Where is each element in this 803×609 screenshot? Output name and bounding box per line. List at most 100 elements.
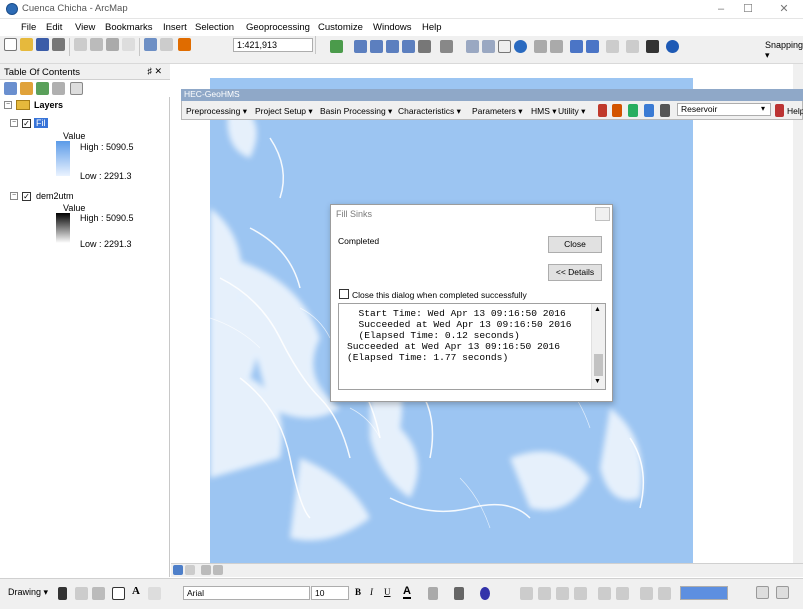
snapping-menu[interactable]: Snapping ▾ — [765, 40, 803, 61]
dem-visibility-checkbox[interactable]: ✓ — [22, 192, 31, 201]
dem-collapse-toggle[interactable]: − — [10, 192, 18, 200]
list-by-source-icon[interactable] — [20, 82, 33, 95]
line-color-icon[interactable] — [454, 587, 464, 600]
fixed-zoom-in-icon[interactable] — [534, 40, 547, 53]
layout-view-icon[interactable] — [185, 565, 195, 575]
log-scrollbar[interactable]: ▲ ▼ — [591, 304, 605, 389]
map-scale-input[interactable]: 1:421,913 — [233, 38, 313, 52]
hec-menu-preprocessing[interactable]: Preprocessing ▾ — [186, 106, 247, 117]
full-extent-icon[interactable] — [514, 40, 527, 53]
hec-menu-parameters[interactable]: Parameters ▾ — [472, 106, 523, 117]
scroll-down-icon[interactable]: ▼ — [594, 378, 601, 385]
drawing-tool-h-icon[interactable] — [658, 587, 671, 600]
hec-tool-5-icon[interactable] — [660, 104, 670, 117]
dialog-close-button[interactable]: Close — [548, 236, 602, 253]
marker-color-icon[interactable] — [480, 587, 490, 600]
dialog-log-textbox[interactable]: Start Time: Wed Apr 13 09:16:50 2016 Suc… — [338, 303, 606, 390]
dialog-details-button[interactable]: << Details — [548, 264, 602, 281]
italic-button[interactable]: I — [370, 587, 373, 597]
drawing-tool-b-icon[interactable] — [538, 587, 551, 600]
copy-icon[interactable] — [90, 38, 103, 51]
redo-icon[interactable] — [160, 38, 173, 51]
drawing-tool-f-icon[interactable] — [616, 587, 629, 600]
hec-tool-3-icon[interactable] — [628, 104, 638, 117]
map-vertical-scrollbar[interactable] — [793, 64, 803, 563]
zoom-in-icon[interactable] — [466, 40, 479, 53]
clear-selection-icon[interactable] — [626, 40, 639, 53]
pause-drawing-icon[interactable] — [213, 565, 223, 575]
list-by-selection-icon[interactable] — [52, 82, 65, 95]
hec-menu-utility[interactable]: Utility ▾ — [558, 106, 585, 117]
fil-layer-label[interactable]: Fil — [34, 118, 48, 128]
save-icon[interactable] — [36, 38, 49, 51]
hec-help-button[interactable]: Help — [787, 106, 803, 116]
cut-icon[interactable] — [74, 38, 87, 51]
dialog-close-x-button[interactable] — [595, 207, 610, 221]
identify-icon[interactable] — [666, 40, 679, 53]
menu-geoprocessing[interactable]: Geoprocessing — [246, 22, 310, 33]
refresh-view-icon[interactable] — [201, 565, 211, 575]
hec-menu-basin-processing[interactable]: Basin Processing ▾ — [320, 106, 392, 117]
drawing-tool-c-icon[interactable] — [556, 587, 569, 600]
fixed-zoom-out-icon[interactable] — [550, 40, 563, 53]
toc-pin-close[interactable]: ♯ ✕ — [147, 66, 162, 77]
hec-pencil-icon[interactable] — [775, 104, 784, 117]
fil-visibility-checkbox[interactable]: ✓ — [22, 119, 31, 128]
hec-menu-project-setup[interactable]: Project Setup ▾ — [255, 106, 313, 117]
back-extent-icon[interactable] — [570, 40, 583, 53]
menu-bookmarks[interactable]: Bookmarks — [105, 22, 153, 33]
maximize-button[interactable]: ☐ — [738, 2, 758, 16]
new-document-icon[interactable] — [4, 38, 17, 51]
list-by-drawing-order-icon[interactable] — [4, 82, 17, 95]
menu-help[interactable]: Help — [422, 22, 442, 33]
close-when-completed-checkbox[interactable] — [339, 289, 349, 299]
drawing-tool-j-icon[interactable] — [776, 586, 789, 599]
drawing-tool-e-icon[interactable] — [598, 587, 611, 600]
font-color-icon[interactable]: A — [403, 585, 411, 599]
list-by-visibility-icon[interactable] — [36, 82, 49, 95]
menu-view[interactable]: View — [75, 22, 95, 33]
select-elements-icon[interactable] — [646, 40, 659, 53]
fil-collapse-toggle[interactable]: − — [10, 119, 18, 127]
hec-reservoir-dropdown[interactable]: Reservoir — [677, 103, 771, 116]
arctoolbox-icon[interactable] — [402, 40, 415, 53]
minimize-button[interactable]: – — [711, 2, 731, 16]
menu-windows[interactable]: Windows — [373, 22, 412, 33]
open-folder-icon[interactable] — [20, 38, 33, 51]
editor-icon[interactable] — [330, 40, 343, 53]
table-icon[interactable] — [354, 40, 367, 53]
data-view-icon[interactable] — [173, 565, 183, 575]
hec-tool-4-icon[interactable] — [644, 104, 654, 117]
georef-layer-dropdown[interactable] — [680, 586, 728, 600]
pan-icon[interactable] — [498, 40, 511, 53]
font-size-dropdown[interactable]: 10 — [311, 586, 349, 600]
select-features-icon[interactable] — [606, 40, 619, 53]
paste-icon[interactable] — [106, 38, 119, 51]
fill-color-icon[interactable] — [428, 587, 438, 600]
text-tool-icon[interactable]: A — [132, 585, 140, 597]
scroll-up-icon[interactable]: ▲ — [594, 306, 601, 313]
catalog-icon[interactable] — [370, 40, 383, 53]
font-family-dropdown[interactable]: Arial — [183, 586, 310, 600]
forward-extent-icon[interactable] — [586, 40, 599, 53]
hec-tool-1-icon[interactable] — [598, 104, 607, 117]
rotate-icon[interactable] — [75, 587, 88, 600]
dem-layer-label[interactable]: dem2utm — [36, 191, 74, 201]
drawing-tool-d-icon[interactable] — [574, 587, 587, 600]
menu-insert[interactable]: Insert — [163, 22, 187, 33]
zoom-whole-page-icon[interactable] — [92, 587, 105, 600]
layers-root-label[interactable]: Layers — [34, 100, 63, 110]
drawing-tool-g-icon[interactable] — [640, 587, 653, 600]
undo-icon[interactable] — [144, 38, 157, 51]
hec-menu-characteristics[interactable]: Characteristics ▾ — [398, 106, 461, 117]
drawing-menu[interactable]: Drawing ▾ — [8, 587, 48, 598]
rectangle-tool-icon[interactable] — [112, 587, 125, 600]
search-window-icon[interactable] — [386, 40, 399, 53]
print-icon[interactable] — [52, 38, 65, 51]
add-data-icon[interactable] — [178, 38, 191, 51]
close-button[interactable]: ✕ — [774, 2, 794, 16]
layers-collapse-toggle[interactable]: − — [4, 101, 12, 109]
menu-edit[interactable]: Edit — [46, 22, 62, 33]
log-scroll-thumb[interactable] — [594, 354, 603, 376]
drawing-tool-i-icon[interactable] — [756, 586, 769, 599]
